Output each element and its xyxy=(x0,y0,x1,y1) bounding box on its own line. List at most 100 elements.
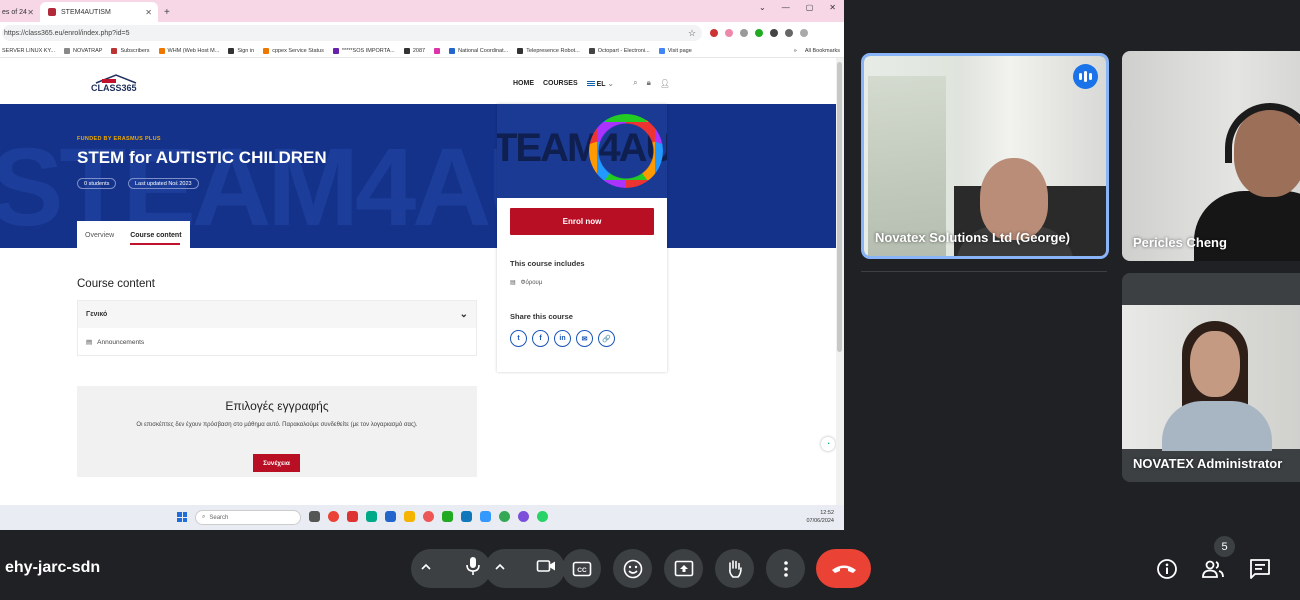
facebook-icon[interactable]: f xyxy=(532,330,549,347)
taskbar-clock[interactable]: 12:52 07/06/2024 xyxy=(806,509,834,525)
divider xyxy=(861,271,1107,272)
microphone-icon[interactable] xyxy=(464,556,482,581)
video-tile-george[interactable]: Novatex Solutions Ltd (George) xyxy=(861,53,1109,259)
all-bookmarks[interactable]: » All Bookmarks xyxy=(794,48,840,54)
bookmark[interactable]: Sign in xyxy=(228,47,254,54)
search-icon[interactable]: ⌕ xyxy=(633,78,637,88)
user-icon[interactable]: 👤︎ xyxy=(660,79,670,88)
shared-screen: es of 24 ✕ STEM4AUTISM ✕ + ⌄ — ▢ ✕ https:/… xyxy=(0,0,844,530)
bookmark[interactable]: Visit page xyxy=(658,47,692,54)
raise-hand-button[interactable] xyxy=(715,549,754,588)
app-icon[interactable] xyxy=(347,511,358,522)
chevron-down-icon: ⌄ xyxy=(459,309,468,320)
nav-courses[interactable]: COURSES xyxy=(543,80,578,87)
section-title: Γενικό xyxy=(86,311,108,318)
bookmark[interactable]: Subscribers xyxy=(111,47,150,54)
tab-overview[interactable]: Overview xyxy=(77,221,123,249)
present-screen-icon xyxy=(674,560,693,576)
reactions-button[interactable] xyxy=(613,549,652,588)
bookmark[interactable]: *****SOS IMPORTA... xyxy=(332,47,395,54)
linkedin-icon[interactable]: in xyxy=(554,330,571,347)
chrome-icon[interactable] xyxy=(328,511,339,522)
enrol-now-button[interactable]: Enrol now xyxy=(510,208,654,235)
profile-icon[interactable] xyxy=(785,29,794,37)
bookmark[interactable] xyxy=(434,47,441,54)
bookmark[interactable]: NOVATRAP xyxy=(64,47,102,54)
chevron-down-icon[interactable]: ⌄ xyxy=(759,3,766,12)
tab-course-content[interactable]: Course content xyxy=(122,221,190,249)
minimize-icon[interactable]: — xyxy=(782,3,790,12)
file-explorer-icon[interactable] xyxy=(404,511,415,522)
bookmark[interactable]: National Coordinat... xyxy=(449,47,508,54)
close-icon[interactable]: ✕ xyxy=(27,8,34,17)
extension-icon[interactable] xyxy=(740,29,749,37)
bookmark[interactable]: SERVER LINUX KY... xyxy=(2,48,55,54)
viber-icon[interactable] xyxy=(518,511,529,522)
activity-announcements[interactable]: ▤ Announcements xyxy=(78,328,476,356)
puzzle-icon[interactable] xyxy=(770,29,779,37)
forum-label: Φόρουμ xyxy=(520,279,543,286)
star-icon[interactable]: ☆ xyxy=(688,28,696,39)
extension-icon[interactable] xyxy=(710,29,719,37)
lock-icon[interactable]: 🔒︎ xyxy=(647,78,651,88)
all-bookmarks-label: All Bookmarks xyxy=(804,47,840,54)
whatsapp-icon[interactable] xyxy=(537,511,548,522)
app-icon[interactable] xyxy=(461,511,472,522)
link-icon[interactable]: 🔗 xyxy=(598,330,615,347)
course-title: STEM for AUTISTIC CHILDREN xyxy=(77,148,327,167)
windows-start-icon[interactable] xyxy=(177,512,187,522)
firefox-icon[interactable] xyxy=(423,511,434,522)
maximize-icon[interactable]: ▢ xyxy=(806,3,814,12)
section-header[interactable]: Γενικό ⌄ xyxy=(78,301,476,328)
participant-name: Novatex Solutions Ltd (George) xyxy=(875,230,1071,245)
menu-icon[interactable] xyxy=(800,29,809,37)
participant-figure xyxy=(1190,331,1240,397)
close-icon[interactable]: ✕ xyxy=(145,8,152,17)
app-icon[interactable] xyxy=(385,511,396,522)
browser-tab-active[interactable]: STEM4AUTISM ✕ xyxy=(40,2,158,22)
extension-icon[interactable] xyxy=(725,29,734,37)
task-view-icon[interactable] xyxy=(309,511,320,522)
bookmark[interactable]: WHM (Web Host M... xyxy=(158,47,219,54)
taskbar-search[interactable]: ⌕ Search xyxy=(195,510,301,525)
bookmark[interactable]: Telepresence Robot... xyxy=(517,47,580,54)
url-input[interactable]: https://class365.eu/enrol/index.php?id=5 xyxy=(2,25,702,41)
camera-icon[interactable] xyxy=(536,558,556,579)
nav-home[interactable]: HOME xyxy=(513,80,534,87)
includes-heading: This course includes xyxy=(510,259,585,268)
more-options-button[interactable] xyxy=(766,549,805,588)
leave-call-button[interactable] xyxy=(816,549,871,588)
browser-tab-prev[interactable]: es of 24 ✕ xyxy=(0,2,40,22)
bookmark[interactable]: Octopart - Electroni... xyxy=(588,47,650,54)
extension-icon[interactable] xyxy=(755,29,764,37)
participant-name: NOVATEX Administrator xyxy=(1133,456,1283,471)
meeting-info-button[interactable] xyxy=(1155,557,1179,581)
twitter-icon[interactable]: t xyxy=(510,330,527,347)
app-icon[interactable] xyxy=(480,511,491,522)
continue-button[interactable]: Συνέχεια xyxy=(253,454,300,472)
people-button[interactable] xyxy=(1201,557,1225,581)
app-icon[interactable] xyxy=(442,511,453,522)
site-logo[interactable]: CLASS365 xyxy=(88,72,144,94)
video-tile-administrator[interactable]: NOVATEX Administrator xyxy=(1122,273,1300,482)
chat-button[interactable] xyxy=(1248,557,1272,581)
new-tab-button[interactable]: + xyxy=(164,2,170,22)
bookmark-icon xyxy=(158,47,165,54)
language-select[interactable]: EL ⌄ xyxy=(586,79,614,88)
floating-action-icon[interactable]: ◔ xyxy=(821,437,835,451)
email-icon[interactable]: ✉ xyxy=(576,330,593,347)
edge-icon[interactable] xyxy=(366,511,377,522)
present-button[interactable] xyxy=(664,549,703,588)
course-content-heading: Course content xyxy=(77,278,155,290)
scrollbar-thumb[interactable] xyxy=(837,62,842,352)
captions-button[interactable]: CC xyxy=(562,549,601,588)
chrome-icon[interactable] xyxy=(499,511,510,522)
chevron-up-icon[interactable] xyxy=(420,560,432,578)
video-tile-pericles[interactable]: Pericles Cheng xyxy=(1122,51,1300,261)
close-window-icon[interactable]: ✕ xyxy=(829,3,836,12)
bookmarks-bar: SERVER LINUX KY... NOVATRAP Subscribers … xyxy=(0,44,844,58)
bookmark[interactable]: 2087 xyxy=(403,47,425,54)
bookmark[interactable]: cppex Service Status xyxy=(263,47,324,54)
search-icon: ⌕ xyxy=(202,514,206,520)
chevron-up-icon[interactable] xyxy=(494,560,506,578)
